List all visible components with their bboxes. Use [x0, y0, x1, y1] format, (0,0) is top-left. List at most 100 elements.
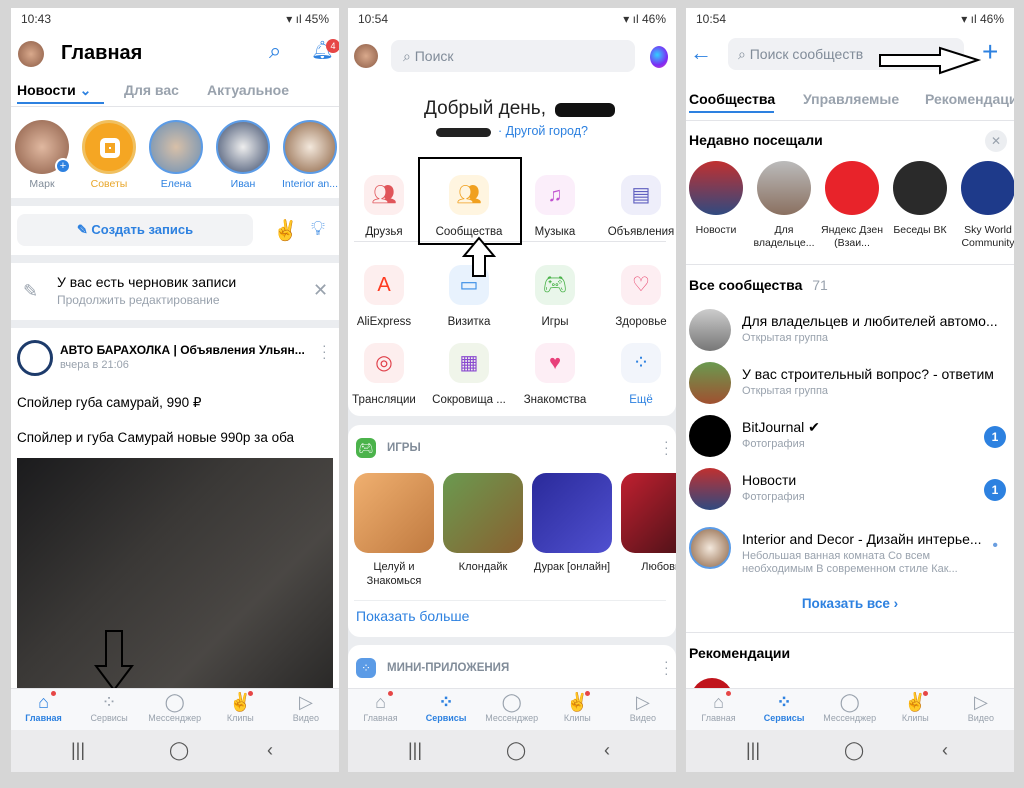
recents-button[interactable]: |||: [746, 740, 760, 761]
clips-camera-icon[interactable]: ✌: [273, 218, 298, 243]
post-photo[interactable]: [17, 458, 333, 688]
recent-community-avatar[interactable]: [893, 161, 947, 215]
community-row[interactable]: Для владельцев и любителей автомо... Откр…: [686, 309, 1014, 357]
status-time: 10:54: [696, 12, 727, 26]
status-bar: 10:43 ▾ ıl 45%: [11, 8, 339, 32]
nav-clips[interactable]: ✌ Клипы: [883, 689, 948, 723]
recent-community-avatar[interactable]: [961, 161, 1014, 215]
close-icon[interactable]: ✕: [313, 280, 328, 301]
recents-button[interactable]: |||: [408, 740, 422, 761]
tab-recommendations[interactable]: Рекомендаци: [925, 91, 1014, 107]
game-tile[interactable]: [443, 473, 523, 553]
back-button[interactable]: ‹: [604, 740, 610, 761]
nav-label: Главная: [25, 713, 62, 723]
recent-community-avatar[interactable]: [825, 161, 879, 215]
game-tile[interactable]: [621, 473, 676, 553]
game-tile[interactable]: [532, 473, 612, 553]
nav-messenger[interactable]: ◯ Мессенджер: [817, 689, 882, 723]
back-arrow-icon[interactable]: ←: [690, 40, 712, 66]
nav-services[interactable]: ⁘ Сервисы: [752, 689, 817, 723]
more-vertical-icon[interactable]: · · ·: [322, 338, 327, 364]
service-item-friends[interactable]: 👥︎ Друзья: [348, 175, 429, 245]
other-city-link[interactable]: · Другой город?: [498, 124, 588, 138]
game-label[interactable]: Дурак [онлайн]: [527, 560, 617, 574]
nav-clips[interactable]: ✌ Клипы: [208, 689, 273, 723]
recent-community-label[interactable]: Для владельце...: [749, 224, 819, 250]
community-name: У вас строительный вопрос? - ответим: [742, 366, 994, 382]
story-avatar[interactable]: [216, 120, 270, 174]
nav-home[interactable]: ⌂ Главная: [11, 689, 76, 723]
service-item-music[interactable]: ♫ Музыка: [510, 175, 600, 245]
nav-services[interactable]: ⁘ Сервисы: [77, 689, 142, 723]
divider: [686, 264, 1014, 265]
back-button[interactable]: ‹: [267, 740, 273, 761]
nav-messenger[interactable]: ◯ Мессенджер: [142, 689, 207, 723]
messenger-icon: ◯: [164, 692, 185, 712]
show-more-link[interactable]: Показать больше: [356, 608, 469, 624]
assistant-icon[interactable]: [650, 46, 668, 68]
draft-subtitle[interactable]: Продолжить редактирование: [57, 293, 220, 307]
tab-trending[interactable]: Актуальное: [207, 82, 289, 98]
nav-video[interactable]: ▷ Видео: [948, 689, 1013, 723]
close-icon[interactable]: ✕: [985, 130, 1007, 152]
community-row[interactable]: BitJournal ✔ Фотография 1: [686, 415, 1014, 463]
post-author[interactable]: АВТО БАРАХОЛКА | Объявления Ульян...: [60, 343, 305, 357]
create-post-button[interactable]: ✎ Создать запись: [17, 214, 253, 246]
service-item-gamepad[interactable]: 🎮︎ Игры: [510, 265, 600, 335]
search-input[interactable]: ⌕ Поиск: [391, 40, 635, 72]
more-vertical-icon[interactable]: · · ·: [664, 654, 669, 680]
service-item-broadcast[interactable]: ◎ Трансляции: [348, 343, 429, 413]
recent-community-label[interactable]: Яндекс Дзен (Взаи...: [817, 224, 887, 250]
game-label[interactable]: Любовь: [616, 560, 676, 574]
game-label[interactable]: Клондайк: [438, 560, 528, 574]
nav-home[interactable]: ⌂ Главная: [348, 689, 413, 723]
messenger-icon: ◯: [501, 692, 522, 712]
home-button[interactable]: ◯: [844, 740, 864, 761]
service-item-dating[interactable]: ♥ Знакомства: [510, 343, 600, 413]
game-label[interactable]: Целуй и Знакомься: [349, 560, 439, 588]
tab-for-you[interactable]: Для вас: [124, 82, 179, 98]
draft-title[interactable]: У вас есть черновик записи: [57, 274, 236, 290]
status-battery: ▾ ıl 46%: [623, 12, 666, 26]
nav-video[interactable]: ▷ Видео: [273, 689, 338, 723]
tab-communities[interactable]: Сообщества: [689, 91, 775, 107]
back-button[interactable]: ‹: [942, 740, 948, 761]
nav-home[interactable]: ⌂ Главная: [686, 689, 751, 723]
home-button[interactable]: ◯: [169, 740, 189, 761]
recent-community-avatar[interactable]: [757, 161, 811, 215]
recent-community-label[interactable]: Новости: [686, 224, 751, 237]
idea-icon[interactable]: 💡︎: [311, 218, 325, 241]
nav-video[interactable]: ▷ Видео: [610, 689, 675, 723]
service-item-more[interactable]: ⁘ Ещё: [596, 343, 676, 413]
service-item-aliexpress[interactable]: A AliExpress: [348, 265, 429, 335]
add-story-icon[interactable]: +: [55, 158, 71, 174]
service-item-treasures[interactable]: ▦ Сокровища ...: [424, 343, 514, 413]
create-community-plus-icon[interactable]: +: [982, 36, 998, 68]
nav-messenger[interactable]: ◯ Мессенджер: [479, 689, 544, 723]
tab-managed[interactable]: Управляемые: [803, 91, 899, 107]
post-author-avatar[interactable]: [17, 340, 53, 376]
avatar[interactable]: [354, 44, 378, 68]
service-item-ads[interactable]: ▤ Объявления: [596, 175, 676, 245]
show-all-link[interactable]: Показать все ›: [686, 596, 1014, 611]
nav-clips[interactable]: ✌ Клипы: [545, 689, 610, 723]
nav-services[interactable]: ⁘ Сервисы: [414, 689, 479, 723]
game-tile[interactable]: [354, 473, 434, 553]
recents-button[interactable]: |||: [71, 740, 85, 761]
recent-community-avatar[interactable]: [689, 161, 743, 215]
story-avatar[interactable]: [283, 120, 337, 174]
community-row[interactable]: Новости Фотография 1: [686, 468, 1014, 516]
search-icon[interactable]: ⌕: [269, 38, 281, 64]
community-row[interactable]: Interior and Decor - Дизайн интерье... Не…: [686, 527, 1014, 575]
recent-community-label[interactable]: Sky World Community: [953, 224, 1014, 250]
service-item-health[interactable]: ♡ Здоровье: [596, 265, 676, 335]
story-avatar[interactable]: [149, 120, 203, 174]
home-button[interactable]: ◯: [506, 740, 526, 761]
community-row[interactable]: У вас строительный вопрос? - ответим Откр…: [686, 362, 1014, 410]
story-avatar[interactable]: [82, 120, 136, 174]
recent-community-label[interactable]: Беседы ВК: [885, 224, 955, 237]
notifications-badge: 4: [326, 39, 339, 53]
avatar[interactable]: [18, 41, 44, 67]
tab-news[interactable]: Новости ⌄: [17, 82, 91, 99]
more-vertical-icon[interactable]: · · ·: [664, 434, 669, 460]
